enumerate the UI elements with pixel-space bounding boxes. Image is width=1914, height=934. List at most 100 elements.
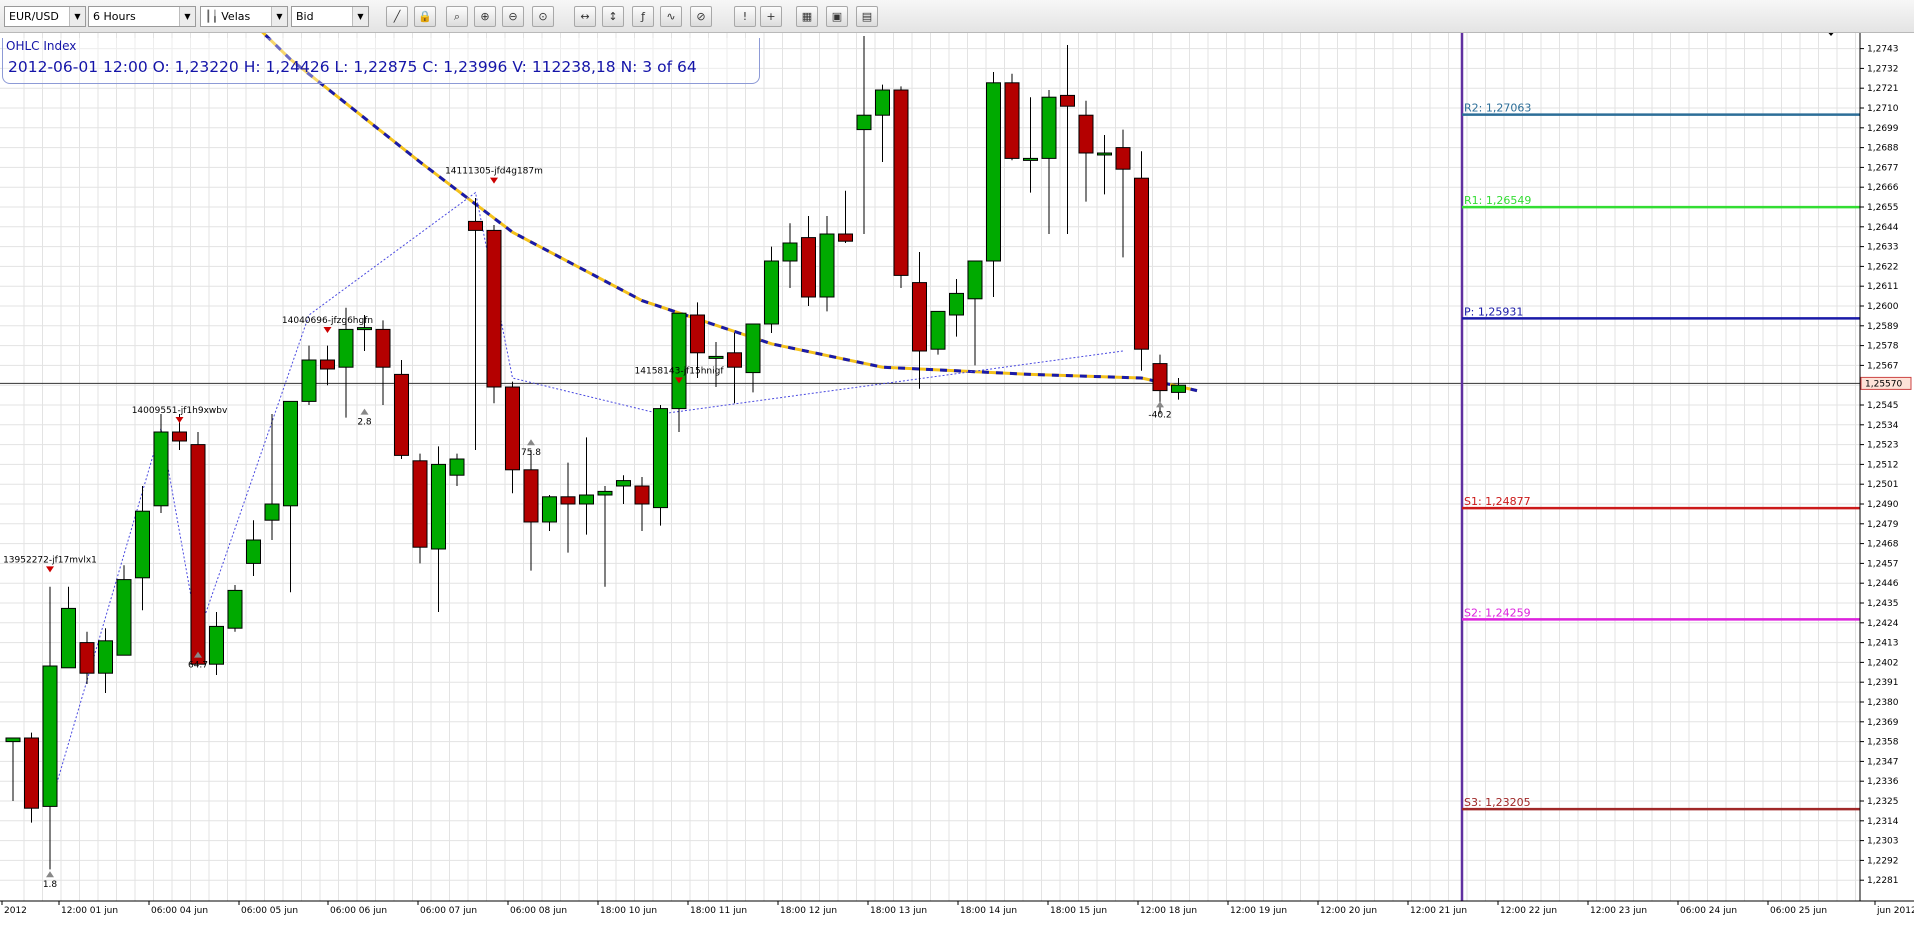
y-tick-label: 1,2699	[1867, 124, 1899, 134]
candle	[320, 345, 335, 386]
stop-icon[interactable]: ⊘	[690, 6, 712, 27]
y-tick-label: 1,2446	[1867, 579, 1899, 589]
save-icon[interactable]: ▣	[826, 6, 848, 27]
candle	[523, 450, 539, 571]
candle-body	[542, 496, 557, 523]
x-tick-label: 12:00 21 jun	[1410, 906, 1467, 916]
candle-body	[283, 400, 298, 507]
candle	[1171, 378, 1186, 400]
candle	[190, 432, 206, 665]
current-price-label: 1,25570	[1865, 379, 1902, 389]
chevron-down-icon: ▼	[352, 7, 368, 26]
y-tick-label: 1,2413	[1867, 639, 1899, 649]
lock-icon[interactable]: 🔒	[414, 6, 436, 27]
symbol-select[interactable]: EUR/USD ▼	[4, 6, 86, 27]
candle-body	[690, 314, 705, 354]
y-tick-label: 1,2633	[1867, 243, 1899, 253]
candle	[1004, 73, 1020, 161]
candle	[967, 260, 983, 366]
price-side-select[interactable]: Bid ▼	[291, 6, 369, 27]
timeframe-select[interactable]: 6 Hours ▼	[88, 6, 196, 27]
trade-marker-down-icon	[46, 566, 54, 573]
candle-body	[671, 312, 687, 410]
function-icon[interactable]: ƒ	[632, 6, 654, 27]
y-tick-label: 1,2358	[1867, 738, 1899, 748]
candle-body	[449, 458, 465, 476]
zoom-in-icon[interactable]: ⊕	[474, 6, 496, 27]
candle	[301, 345, 317, 405]
candle-body	[634, 485, 650, 505]
marker-label: 2.8	[357, 418, 372, 428]
cursor-add-icon[interactable]: +	[760, 6, 782, 27]
candle	[782, 223, 798, 288]
candle-body	[98, 640, 113, 674]
candle-body	[486, 229, 502, 388]
candle-body	[1152, 363, 1168, 392]
pivot-label-r1: R1: 1,26549	[1464, 194, 1531, 207]
chevron-down-icon: ▼	[179, 7, 195, 26]
candle-body	[468, 220, 483, 231]
trade-marker-up-icon	[46, 871, 54, 878]
candle-body	[1134, 177, 1149, 350]
line-tool-icon[interactable]: ╱	[386, 6, 408, 27]
pivot-label-p: P: 1,25931	[1464, 305, 1523, 318]
zoom-icon[interactable]: ⌕	[446, 6, 468, 27]
candle-body	[764, 260, 779, 325]
candle-body	[375, 328, 391, 368]
x-tick-label: 12:00 19 jun	[1230, 906, 1287, 916]
indicator-icon[interactable]: ∿	[660, 6, 682, 27]
candle	[468, 198, 483, 450]
candle-body	[431, 463, 446, 550]
price-chart[interactable]: 13952272-jf17mvlx1 1.8 14009551-jf1h9xwbv 6…	[0, 33, 1914, 934]
zoom-out-icon[interactable]: ⊖	[502, 6, 524, 27]
zoom-reset-icon[interactable]: ⊙	[532, 6, 554, 27]
candle	[1078, 100, 1094, 202]
candle	[505, 381, 520, 494]
x-tick-label: 12:00 22 jun	[1500, 906, 1557, 916]
candle	[116, 565, 132, 656]
pivot-label-r2: R2: 1,27063	[1464, 102, 1531, 115]
horizontal-arrow-icon[interactable]: ↔	[574, 6, 596, 27]
chart-style-select[interactable]: ┃╽ Velas ▼	[200, 6, 288, 27]
timeframe-value: 6 Hours	[93, 10, 136, 23]
candle-body	[190, 444, 206, 665]
trade-marker-down-icon	[323, 327, 332, 333]
y-tick-label: 1,2567	[1867, 361, 1899, 371]
y-tick-label: 1,2314	[1867, 817, 1899, 827]
marker-label: 1.8	[43, 880, 58, 890]
template-icon[interactable]: ▤	[856, 6, 878, 27]
trade-marker-up-icon	[1156, 401, 1164, 408]
candle	[930, 310, 946, 355]
candle	[801, 216, 816, 306]
y-tick-label: 1,2545	[1867, 401, 1899, 411]
grid-icon[interactable]: ▦	[796, 6, 818, 27]
candle-body	[338, 328, 354, 368]
y-tick-label: 1,2600	[1867, 302, 1899, 312]
candle-body	[394, 373, 409, 456]
trade-marker-down-icon	[175, 417, 184, 423]
y-tick-label: 1,2435	[1867, 599, 1899, 609]
chevron-down-icon: ▼	[271, 7, 287, 26]
y-tick-label: 1,2721	[1867, 84, 1899, 94]
x-tick-label: 06:00 08 jun	[510, 906, 567, 916]
candle	[653, 405, 668, 526]
candle	[61, 586, 76, 669]
y-tick-label: 1,2424	[1867, 619, 1899, 629]
vertical-arrow-icon[interactable]: ↕	[602, 6, 624, 27]
y-tick-label: 1,2578	[1867, 342, 1899, 352]
y-tick-label: 1,2534	[1867, 421, 1899, 431]
candle	[634, 477, 650, 531]
candle	[486, 225, 502, 404]
candle-body	[967, 260, 983, 300]
candle	[5, 737, 21, 801]
candle	[42, 586, 58, 870]
toolbar: EUR/USD ▼ 6 Hours ▼ ┃╽ Velas ▼ Bid ▼ ╱ 🔒 ⌕ ⊕…	[0, 0, 1914, 33]
exclamation-icon[interactable]: !	[734, 6, 756, 27]
x-tick-label: 12:00 18 jun	[1140, 906, 1197, 916]
candle-body	[523, 469, 539, 523]
candle-body	[301, 359, 317, 402]
candle-body	[912, 282, 927, 352]
y-tick-label: 1,2743	[1867, 45, 1899, 55]
candle	[135, 486, 150, 611]
candle	[24, 732, 39, 823]
